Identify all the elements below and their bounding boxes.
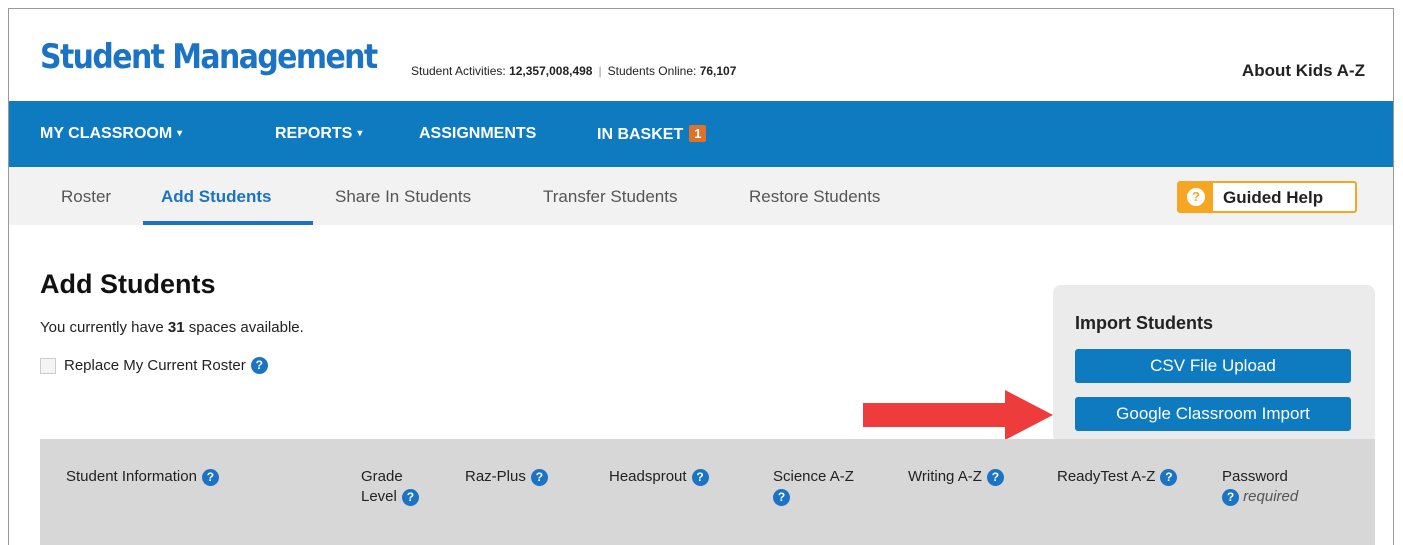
tab-roster[interactable]: Roster (61, 187, 111, 207)
help-question-icon[interactable]: ? (1222, 488, 1239, 506)
import-panel-title: Import Students (1075, 313, 1213, 333)
replace-roster-label[interactable]: Replace My Current Roster (64, 357, 246, 374)
help-question-icon[interactable]: ? (773, 488, 790, 506)
help-question-icon[interactable]: ? (401, 488, 419, 506)
col-student-information: Student Information? (66, 467, 219, 487)
students-table-header: Student Information? Grade Level? Raz-Pl… (40, 439, 1375, 545)
arrow-shape (863, 390, 1053, 440)
online-value: 76,107 (699, 64, 737, 78)
col-grade-level: Grade Level? (361, 467, 419, 507)
col-raz-plus-label: Raz-Plus (465, 468, 526, 485)
caret-down-icon: ▾ (357, 128, 363, 139)
guided-help-icon-box: ? (1179, 183, 1213, 211)
help-question-icon[interactable]: ? (691, 468, 709, 486)
col-readytest-a-z: ReadyTest A-Z? (1057, 467, 1178, 487)
tab-transfer-students[interactable]: Transfer Students (543, 187, 678, 207)
csv-file-upload-button[interactable]: CSV File Upload (1075, 349, 1351, 383)
site-logo[interactable]: Student Management (40, 37, 378, 77)
tab-add-students[interactable]: Add Students (161, 187, 272, 207)
import-students-panel: Import Students CSV File Upload Google C… (1053, 285, 1375, 443)
spaces-prefix: You currently have (40, 319, 168, 336)
activities-value: 12,357,008,498 (509, 64, 593, 78)
spaces-available-text: You currently have 31 spaces available. (40, 319, 304, 336)
help-question-icon[interactable]: ? (250, 357, 268, 375)
nav-assignments[interactable]: ASSIGNMENTS (419, 125, 536, 143)
page-title: Add Students (40, 269, 216, 299)
usage-stats: Student Activities: 12,357,008,498 | Stude… (411, 64, 736, 78)
col-password-label: Password (1222, 468, 1288, 485)
guided-help-label: Guided Help (1223, 188, 1324, 207)
guided-help-button[interactable]: ? Guided Help (1177, 181, 1357, 213)
help-question-icon[interactable]: ? (1160, 468, 1178, 486)
help-question-icon[interactable]: ? (201, 468, 219, 486)
col-grade-label: Grade (361, 468, 403, 485)
replace-roster-row: Replace My Current Roster? (40, 357, 268, 377)
stats-separator: | (598, 64, 602, 78)
col-raz-plus: Raz-Plus? (465, 467, 548, 487)
nav-in-basket[interactable]: IN BASKET 1 (597, 125, 707, 144)
online-label: Students Online: (607, 64, 697, 78)
header: Student Management Student Activities: 1… (9, 9, 1393, 101)
col-level-label: Level (361, 488, 397, 505)
nav-reports[interactable]: REPORTS ▾ (275, 125, 362, 143)
main-nav: MY CLASSROOM ▾ REPORTS ▾ ASSIGNMENTS IN BA… (9, 101, 1393, 167)
spaces-count: 31 (167, 319, 185, 336)
nav-my-classroom-label: MY CLASSROOM (40, 125, 173, 142)
spaces-suffix: spaces available. (184, 319, 304, 336)
activities-label: Student Activities: (411, 64, 506, 78)
red-pointer-arrow-icon (863, 390, 1053, 440)
in-basket-count-badge: 1 (689, 125, 707, 142)
tab-share-in-students[interactable]: Share In Students (335, 187, 471, 207)
active-tab-indicator (143, 221, 313, 225)
col-science-a-z: Science A-Z ? (773, 467, 854, 507)
question-icon: ? (1187, 188, 1205, 206)
tab-restore-students[interactable]: Restore Students (749, 187, 880, 207)
sub-nav: Roster Add Students Share In Students Tr… (9, 167, 1393, 225)
nav-reports-label: REPORTS (275, 125, 353, 142)
caret-down-icon: ▾ (177, 128, 183, 139)
nav-in-basket-label: IN BASKET (597, 126, 684, 143)
col-headsprout-label: Headsprout (609, 468, 687, 485)
col-student-information-label: Student Information (66, 468, 197, 485)
col-headsprout: Headsprout? (609, 467, 709, 487)
replace-roster-checkbox[interactable] (40, 357, 56, 374)
col-writing-a-z: Writing A-Z? (908, 467, 1004, 487)
help-question-icon[interactable]: ? (530, 468, 548, 486)
password-required-note: required (1243, 488, 1299, 505)
nav-assignments-label: ASSIGNMENTS (419, 125, 537, 142)
col-writing-a-z-label: Writing A-Z (908, 468, 982, 485)
google-classroom-import-button[interactable]: Google Classroom Import (1075, 397, 1351, 431)
app-frame: Student Management Student Activities: 1… (8, 8, 1394, 545)
col-password: Password ? required (1222, 467, 1298, 507)
about-link[interactable]: About Kids A-Z (1242, 61, 1365, 81)
nav-my-classroom[interactable]: MY CLASSROOM ▾ (40, 125, 182, 143)
col-readytest-a-z-label: ReadyTest A-Z (1057, 468, 1156, 485)
col-science-a-z-label: Science A-Z (773, 468, 854, 485)
help-question-icon[interactable]: ? (986, 468, 1004, 486)
